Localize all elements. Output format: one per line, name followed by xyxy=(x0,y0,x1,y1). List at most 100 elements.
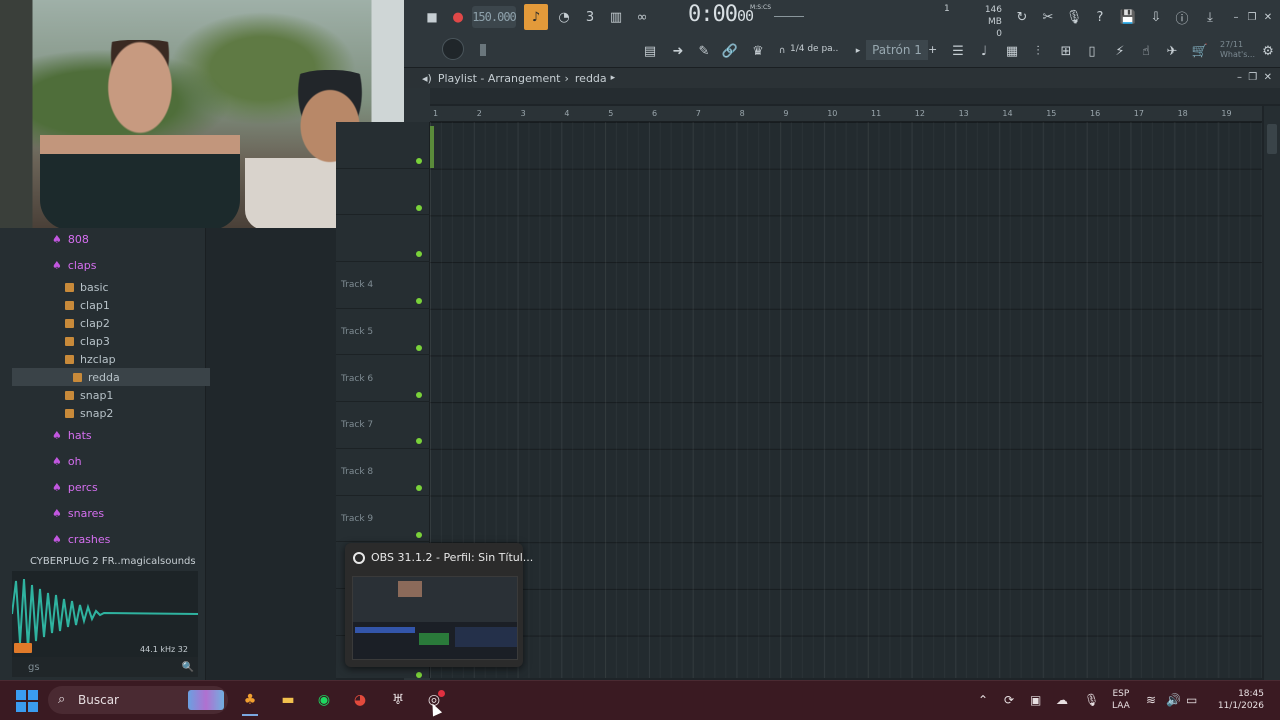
document-icon[interactable]: ▯ xyxy=(1080,40,1104,62)
browser-file[interactable]: clap1 xyxy=(12,296,210,314)
settings-icon[interactable]: ⚙ xyxy=(1256,40,1280,62)
track-mute-dot[interactable] xyxy=(416,391,422,398)
app-icon[interactable]: ♅ xyxy=(386,688,410,712)
browser-file[interactable]: clap2 xyxy=(12,314,210,332)
track-header[interactable]: Track 4 xyxy=(336,262,430,309)
browser-folder[interactable]: ♠ claps xyxy=(12,256,210,274)
timeline-ruler[interactable]: 1 2 3 4 5 6 7 8 9 10 11 12 13 14 15 16 17 18 19 xyxy=(430,106,1262,122)
brush-icon[interactable]: ✎ xyxy=(692,40,716,62)
mic-tray-icon[interactable]: 🎙 xyxy=(1084,693,1099,707)
track-header[interactable] xyxy=(336,122,430,169)
master-volume-knob[interactable] xyxy=(442,38,464,60)
fl-studio-icon[interactable]: ♣ xyxy=(238,688,262,712)
metronome-button[interactable]: ♪ xyxy=(524,4,548,30)
tempo-display[interactable]: 150.000 xyxy=(472,6,517,28)
track-mute-dot[interactable] xyxy=(416,158,422,164)
browser-tree-icon[interactable]: ⊞ xyxy=(1054,40,1078,62)
track-header[interactable]: Track 9 xyxy=(336,496,430,543)
browser-file[interactable]: redda xyxy=(12,368,210,386)
playlist-window-controls[interactable]: – ❐ ✕ xyxy=(1237,72,1272,83)
microphone-icon[interactable]: 🎙 xyxy=(1062,6,1086,28)
browser-folder[interactable]: ♠ 808 xyxy=(12,230,210,248)
track-mute-dot[interactable] xyxy=(416,438,422,445)
add-pattern-button[interactable]: + xyxy=(928,43,937,56)
plugin-icon[interactable]: ⚡ xyxy=(1108,40,1132,62)
windows-start-button[interactable] xyxy=(16,690,38,712)
app-tray-icon[interactable]: ▣ xyxy=(1030,693,1041,707)
wifi-icon[interactable]: ≋ xyxy=(1146,693,1156,707)
battery-icon[interactable]: ▭ xyxy=(1186,693,1197,707)
browser-search-input[interactable]: gs 🔍 xyxy=(12,657,198,677)
browser-folder[interactable]: ♠ crashes xyxy=(12,530,210,548)
system-clock[interactable]: 18:45 11/1/2026 xyxy=(1212,688,1264,712)
help-icon[interactable]: ? xyxy=(1088,6,1112,28)
track-mute-dot[interactable] xyxy=(416,298,422,305)
step-edit-icon[interactable]: ▥ xyxy=(604,6,628,28)
track-header[interactable]: Track 5 xyxy=(336,309,430,356)
countdown-icon[interactable]: 3 xyxy=(578,6,602,28)
loop-record-icon[interactable]: ∞ xyxy=(630,6,654,28)
close-icon[interactable]: ✕ xyxy=(1256,6,1280,28)
track-header[interactable]: Track 8 xyxy=(336,449,430,496)
cart-icon[interactable]: 🛒 xyxy=(1188,40,1212,62)
spotify-icon[interactable]: ◉ xyxy=(312,688,336,712)
tray-overflow-icon[interactable]: ⌃ xyxy=(978,693,988,707)
track-mute-dot[interactable] xyxy=(416,484,422,491)
browser-folder[interactable]: ♠ snares xyxy=(12,504,210,522)
browser-file[interactable]: hzclap xyxy=(12,350,210,368)
obs-taskbar-preview[interactable]: OBS 31.1.2 - Perfil: Sin Títul... xyxy=(345,543,533,667)
save-icon[interactable]: 💾 xyxy=(1116,6,1140,28)
track-header[interactable] xyxy=(336,215,430,263)
news-panel[interactable]: 27/11 What's... xyxy=(1220,40,1255,60)
track-header[interactable] xyxy=(336,169,430,216)
vertical-scrollbar[interactable] xyxy=(1264,106,1280,680)
search-icon[interactable]: 🔍 xyxy=(182,662,194,673)
snap-select[interactable]: 1/4 de pa.. xyxy=(790,44,838,54)
link-icon[interactable]: 🔗 xyxy=(718,40,742,62)
keyboard-icon[interactable]: ▤ xyxy=(638,40,662,62)
cut-icon[interactable]: ✂ xyxy=(1036,6,1060,28)
piano-roll-icon[interactable]: ♩ xyxy=(972,40,996,62)
volume-icon[interactable]: 🔊 xyxy=(1166,693,1181,707)
scrollbar-thumb[interactable] xyxy=(1267,124,1277,154)
playlist-title-bar[interactable]: ◂) Playlist - Arrangement › redda ▸ xyxy=(404,68,1280,88)
track-header[interactable]: Track 7 xyxy=(336,402,430,449)
track-mute-dot[interactable] xyxy=(416,531,422,538)
browser-file[interactable]: snap2 xyxy=(12,404,210,422)
track-mute-dot[interactable] xyxy=(416,344,422,351)
search-highlight-icon[interactable] xyxy=(188,690,224,710)
browser-folder[interactable]: ♠ hats xyxy=(12,426,210,444)
mixer-icon[interactable]: ⫶ xyxy=(1026,40,1050,62)
pack-label[interactable]: CYBERPLUG 2 FR..magicalsounds xyxy=(12,551,198,571)
wait-for-input-icon[interactable]: ◔ xyxy=(552,6,576,28)
playlist-icon[interactable]: ☰ xyxy=(946,40,970,62)
play-preview-icon[interactable] xyxy=(14,643,32,653)
track-mute-dot[interactable] xyxy=(416,204,422,211)
browser-folder[interactable]: ♠ percs xyxy=(12,478,210,496)
channel-rack-icon[interactable]: ▦ xyxy=(1000,40,1024,62)
undo-icon[interactable]: ↻ xyxy=(1010,6,1034,28)
track-header[interactable]: Track 6 xyxy=(336,356,430,403)
browser-file[interactable]: snap1 xyxy=(12,386,210,404)
record-button[interactable]: ● xyxy=(446,6,470,28)
file-explorer-icon[interactable]: ▬ xyxy=(276,688,300,712)
touch-icon[interactable]: ☝ xyxy=(1134,40,1158,62)
cloud-icon[interactable]: ☁ xyxy=(1056,693,1068,707)
info-icon[interactable]: ⓘ xyxy=(1170,6,1194,28)
obs-preview-thumbnail[interactable] xyxy=(352,576,518,660)
export-icon[interactable]: ⇩ xyxy=(1144,6,1168,28)
pattern-selector[interactable]: Patrón 1 xyxy=(866,40,928,60)
track-mute-dot[interactable] xyxy=(416,671,422,678)
download-icon[interactable]: ⤓ xyxy=(1198,6,1222,28)
browser-file[interactable]: basic xyxy=(12,278,210,296)
master-pitch-slider[interactable] xyxy=(480,44,486,56)
send-icon[interactable]: ✈ xyxy=(1160,40,1184,62)
arrow-right-icon[interactable]: ➜ xyxy=(666,40,690,62)
sync-icon[interactable]: ⟳ xyxy=(1004,693,1014,707)
chrome-icon[interactable]: ◕ xyxy=(348,688,372,712)
stamp-icon[interactable]: ♛ xyxy=(746,40,770,62)
playlist-grid[interactable] xyxy=(430,122,1262,678)
browser-file[interactable]: clap3 xyxy=(12,332,210,350)
stop-button[interactable]: ■ xyxy=(420,6,444,28)
browser-folder[interactable]: ♠ oh xyxy=(12,452,210,470)
